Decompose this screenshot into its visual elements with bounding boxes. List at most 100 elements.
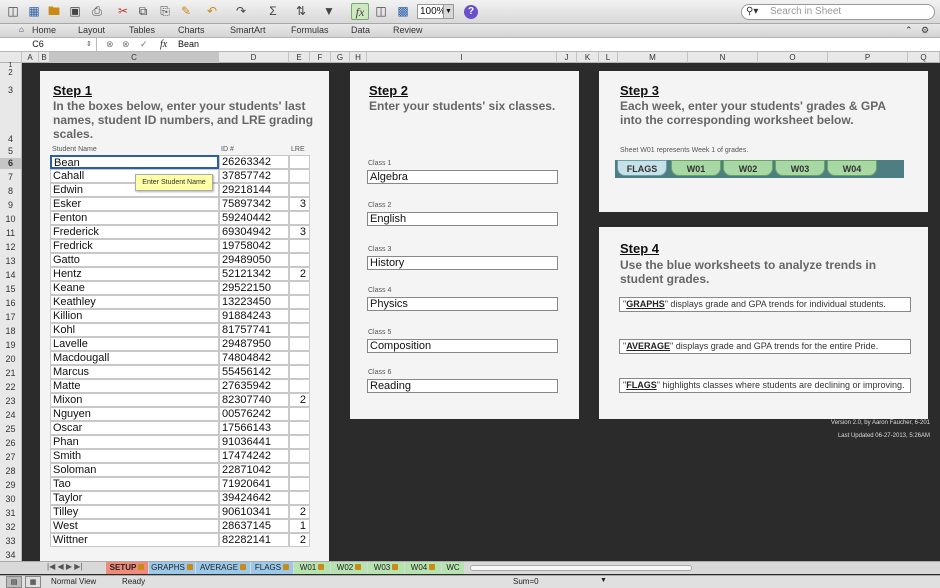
tab-flags[interactable]: FLAGS [251, 562, 293, 574]
tab-average[interactable]: AVERAGE [196, 562, 250, 574]
normal-view-icon[interactable]: ▤ [6, 576, 22, 588]
row-header[interactable]: 11 [0, 228, 21, 239]
student-lre-cell[interactable] [289, 239, 310, 253]
student-lre-cell[interactable] [289, 309, 310, 323]
row-header[interactable]: 25 [0, 424, 21, 435]
row-header[interactable]: 9 [0, 200, 21, 211]
student-lre-cell[interactable] [289, 183, 310, 197]
ribbon-collapse-icon[interactable]: ⌃ [905, 25, 913, 36]
student-id-cell[interactable]: 82307740 [219, 393, 289, 407]
student-id-cell[interactable]: 17566143 [219, 421, 289, 435]
student-name-cell[interactable]: Frederick [50, 225, 219, 239]
column-header[interactable]: H [350, 52, 367, 63]
row-header[interactable]: 13 [0, 256, 21, 267]
student-name-cell[interactable]: Smith [50, 449, 219, 463]
column-header[interactable]: C [50, 52, 219, 63]
student-id-cell[interactable]: 27635942 [219, 379, 289, 393]
save-icon[interactable]: ▣ [66, 3, 84, 20]
cancel-icon[interactable]: ⊗ [106, 39, 114, 50]
student-id-cell[interactable]: 28637145 [219, 519, 289, 533]
student-lre-cell[interactable] [289, 407, 310, 421]
student-name-cell[interactable]: Taylor [50, 491, 219, 505]
row-header[interactable]: 29 [0, 480, 21, 491]
help-icon[interactable]: ? [464, 5, 478, 19]
student-id-cell[interactable]: 91036441 [219, 435, 289, 449]
column-header[interactable]: K [577, 52, 599, 63]
formula-input[interactable]: Bean [178, 38, 199, 51]
row-header[interactable]: 24 [0, 410, 21, 421]
row-header[interactable]: 18 [0, 326, 21, 337]
student-lre-cell[interactable]: 3 [289, 197, 310, 211]
tab-scroll-icons[interactable]: |◀ ◀ ▶ ▶| [47, 562, 82, 571]
student-lre-cell[interactable] [289, 351, 310, 365]
student-id-cell[interactable]: 52121342 [219, 267, 289, 281]
name-box[interactable]: C6 [0, 38, 97, 51]
student-name-cell[interactable]: Gatto [50, 253, 219, 267]
row-header[interactable]: 17 [0, 312, 21, 323]
row-header[interactable]: 8 [0, 186, 21, 197]
row-header[interactable]: 19 [0, 340, 21, 351]
tab-charts[interactable]: Charts [178, 25, 205, 35]
student-lre-cell[interactable] [289, 421, 310, 435]
student-name-cell[interactable]: Killion [50, 309, 219, 323]
student-lre-cell[interactable]: 2 [289, 533, 310, 547]
tab-home[interactable]: Home [32, 25, 56, 35]
student-name-cell[interactable]: Oscar [50, 421, 219, 435]
student-lre-cell[interactable] [289, 211, 310, 225]
tab-smartart[interactable]: SmartArt [230, 25, 266, 35]
student-name-cell[interactable]: Bean [50, 155, 219, 169]
student-lre-cell[interactable]: 2 [289, 267, 310, 281]
student-id-cell[interactable]: 74804842 [219, 351, 289, 365]
tab-w05[interactable]: WC [442, 562, 464, 574]
student-lre-cell[interactable]: 2 [289, 505, 310, 519]
row-header[interactable]: 6 [0, 158, 21, 169]
row-header[interactable]: 15 [0, 284, 21, 295]
row-header[interactable]: 34 [0, 550, 21, 561]
fx-label[interactable]: fx [160, 38, 167, 51]
row-header[interactable]: 14 [0, 270, 21, 281]
column-header[interactable]: M [618, 52, 688, 63]
student-lre-cell[interactable] [289, 323, 310, 337]
column-header[interactable]: N [688, 52, 758, 63]
student-id-cell[interactable]: 82282141 [219, 533, 289, 547]
row-header[interactable]: 10 [0, 214, 21, 225]
autosum-icon[interactable]: Σ [264, 3, 282, 20]
student-name-cell[interactable]: Mixon [50, 393, 219, 407]
student-lre-cell[interactable] [289, 449, 310, 463]
column-header[interactable]: E [289, 52, 310, 63]
paste-icon[interactable]: ⎘ [156, 3, 174, 20]
student-name-cell[interactable]: Marcus [50, 365, 219, 379]
student-lre-cell[interactable] [289, 477, 310, 491]
student-lre-cell[interactable] [289, 155, 310, 169]
student-id-cell[interactable]: 29489050 [219, 253, 289, 267]
row-header[interactable]: 28 [0, 466, 21, 477]
confirm-icon[interactable]: ⊗ [122, 39, 130, 50]
student-name-cell[interactable]: Soloman [50, 463, 219, 477]
student-name-cell[interactable]: Matte [50, 379, 219, 393]
search-field[interactable]: ⚲▾ Search in Sheet [741, 4, 935, 20]
student-name-cell[interactable]: Tao [50, 477, 219, 491]
student-name-cell[interactable]: Keathley [50, 295, 219, 309]
student-id-cell[interactable]: 22871042 [219, 463, 289, 477]
row-header[interactable]: 12 [0, 242, 21, 253]
student-id-cell[interactable]: 29487950 [219, 337, 289, 351]
row-header[interactable]: 22 [0, 382, 21, 393]
row-header[interactable]: 33 [0, 536, 21, 547]
student-id-cell[interactable]: 69304942 [219, 225, 289, 239]
student-name-cell[interactable]: Macdougall [50, 351, 219, 365]
student-id-cell[interactable]: 26263342 [219, 155, 289, 169]
student-lre-cell[interactable] [289, 295, 310, 309]
sort-icon[interactable]: ⇅ [292, 3, 310, 20]
student-id-cell[interactable]: 55456142 [219, 365, 289, 379]
search-icon[interactable]: ⚲▾ [746, 5, 758, 19]
student-lre-cell[interactable] [289, 253, 310, 267]
student-id-cell[interactable]: 29522150 [219, 281, 289, 295]
row-header[interactable]: 5 [0, 146, 21, 157]
class-4-input[interactable]: Physics [367, 297, 558, 311]
class-1-input[interactable]: Algebra [367, 170, 558, 184]
copy-icon[interactable]: ⧉ [134, 3, 152, 20]
tab-review[interactable]: Review [393, 25, 423, 35]
student-id-cell[interactable]: 81757741 [219, 323, 289, 337]
horizontal-scrollbar[interactable] [470, 565, 692, 571]
open-icon[interactable]: 🖿 [45, 3, 63, 20]
